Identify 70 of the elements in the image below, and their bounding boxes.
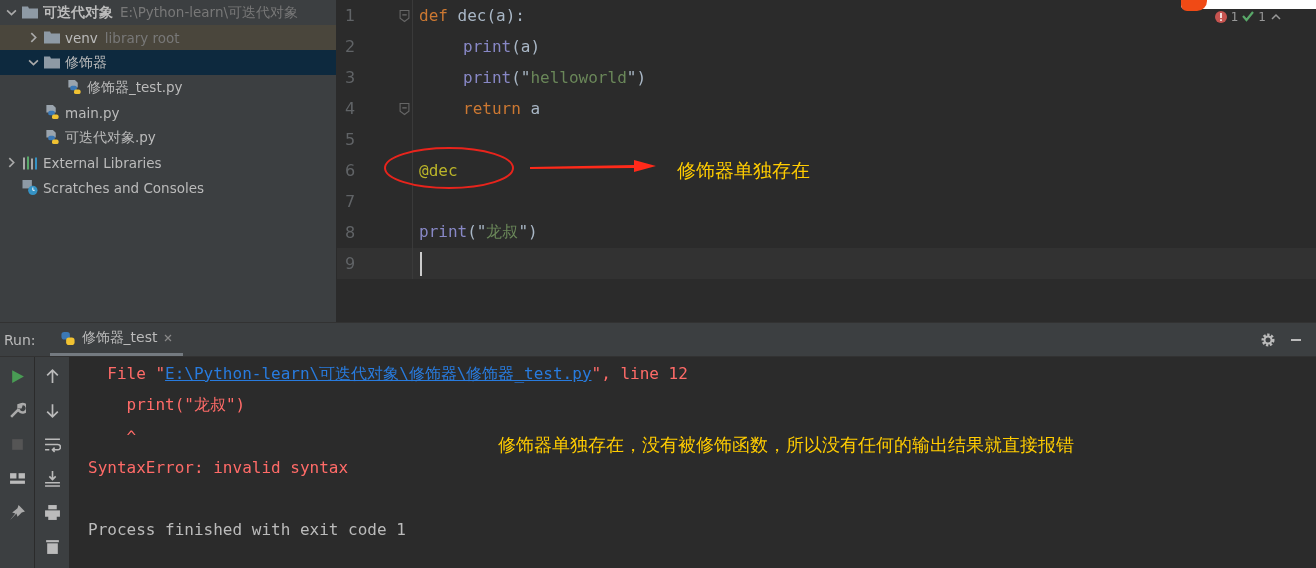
code-line: def dec(a):: [418, 6, 525, 25]
output-line: ^: [125, 427, 137, 446]
line-number: 6: [344, 161, 357, 180]
item-label: 可迭代对象.py: [65, 128, 156, 147]
wrench-icon[interactable]: [8, 402, 26, 419]
chevron-icon[interactable]: [28, 57, 39, 68]
print-icon[interactable]: [43, 504, 61, 521]
tree-item[interactable]: 可迭代对象 E:\Python-learn\可迭代对象: [0, 0, 336, 25]
output-line: print("龙叔"): [125, 395, 246, 416]
python-icon: [59, 330, 76, 346]
tree-item[interactable]: Scratches and Consoles: [0, 175, 336, 200]
folder-icon: [44, 55, 60, 70]
python-file-icon: [66, 80, 82, 95]
item-label: 可迭代对象: [43, 3, 113, 22]
tree-item[interactable]: 可迭代对象.py: [0, 125, 336, 150]
item-hint: E:\Python-learn\可迭代对象: [120, 3, 299, 22]
chevron-icon[interactable]: [6, 157, 17, 168]
code-line: @dec: [418, 161, 458, 180]
run-label: Run:: [3, 331, 37, 348]
settings-icon[interactable]: [1260, 331, 1276, 348]
item-hint: library root: [104, 29, 180, 46]
trash-icon[interactable]: [43, 538, 61, 555]
wrap-icon[interactable]: [43, 436, 61, 453]
output-line: Process finished with exit code 1: [88, 520, 406, 539]
item-label: External Libraries: [43, 154, 162, 171]
check-icon: [1242, 11, 1255, 23]
item-label: 修饰器_test.py: [87, 78, 183, 97]
code-line: print(a): [462, 37, 541, 56]
folder-icon: [22, 5, 38, 20]
annotation-text: 修饰器单独存在，没有被修饰函数，所以没有任何的输出结果就直接报错: [498, 433, 1074, 457]
fold-icon[interactable]: [399, 101, 410, 116]
code-line: print("龙叔"): [418, 222, 538, 243]
scratches-icon: [22, 180, 38, 195]
tree-item[interactable]: 修饰器_test.py: [0, 75, 336, 100]
item-label: venv: [65, 29, 98, 46]
tree-item[interactable]: main.py: [0, 100, 336, 125]
line-number: 1: [344, 6, 357, 25]
chevron-icon[interactable]: [28, 32, 39, 43]
scroll-end-icon[interactable]: [43, 470, 61, 487]
tree-item[interactable]: External Libraries: [0, 150, 336, 175]
layout-icon[interactable]: [8, 470, 26, 487]
output-line: File "E:\Python-learn\可迭代对象\修饰器\修饰器_test.py", line 12: [106, 364, 688, 385]
line-number: 4: [344, 99, 357, 118]
ok-count: 1: [1258, 10, 1266, 24]
code-line: print("helloworld"): [462, 68, 647, 87]
python-file-icon: [44, 130, 60, 145]
error-icon: [1214, 11, 1227, 23]
line-number: 8: [344, 223, 357, 242]
line-number: 3: [344, 68, 357, 87]
tree-item[interactable]: venv library root: [0, 25, 336, 50]
close-icon[interactable]: [163, 333, 174, 343]
annotation-text: 修饰器单独存在: [677, 158, 810, 183]
libraries-icon: [22, 155, 38, 170]
error-count: 1: [1230, 10, 1239, 24]
tree-item[interactable]: 修饰器: [0, 50, 336, 75]
item-label: 修饰器: [65, 53, 107, 72]
run-tab[interactable]: 修饰器_test: [49, 323, 184, 356]
folder-icon: [44, 30, 60, 45]
line-number: 5: [344, 130, 357, 149]
chevron-icon[interactable]: [6, 7, 17, 18]
line-number: 2: [344, 37, 357, 56]
item-label: Scratches and Consoles: [43, 179, 205, 196]
pin-icon[interactable]: [8, 504, 26, 521]
output-line: SyntaxError: invalid syntax: [88, 458, 349, 477]
fold-icon[interactable]: [399, 8, 410, 23]
line-number: 7: [344, 192, 357, 211]
text-cursor: [420, 251, 422, 276]
python-file-icon: [44, 105, 60, 120]
item-label: main.py: [65, 104, 120, 121]
code-line: return a: [462, 99, 541, 118]
